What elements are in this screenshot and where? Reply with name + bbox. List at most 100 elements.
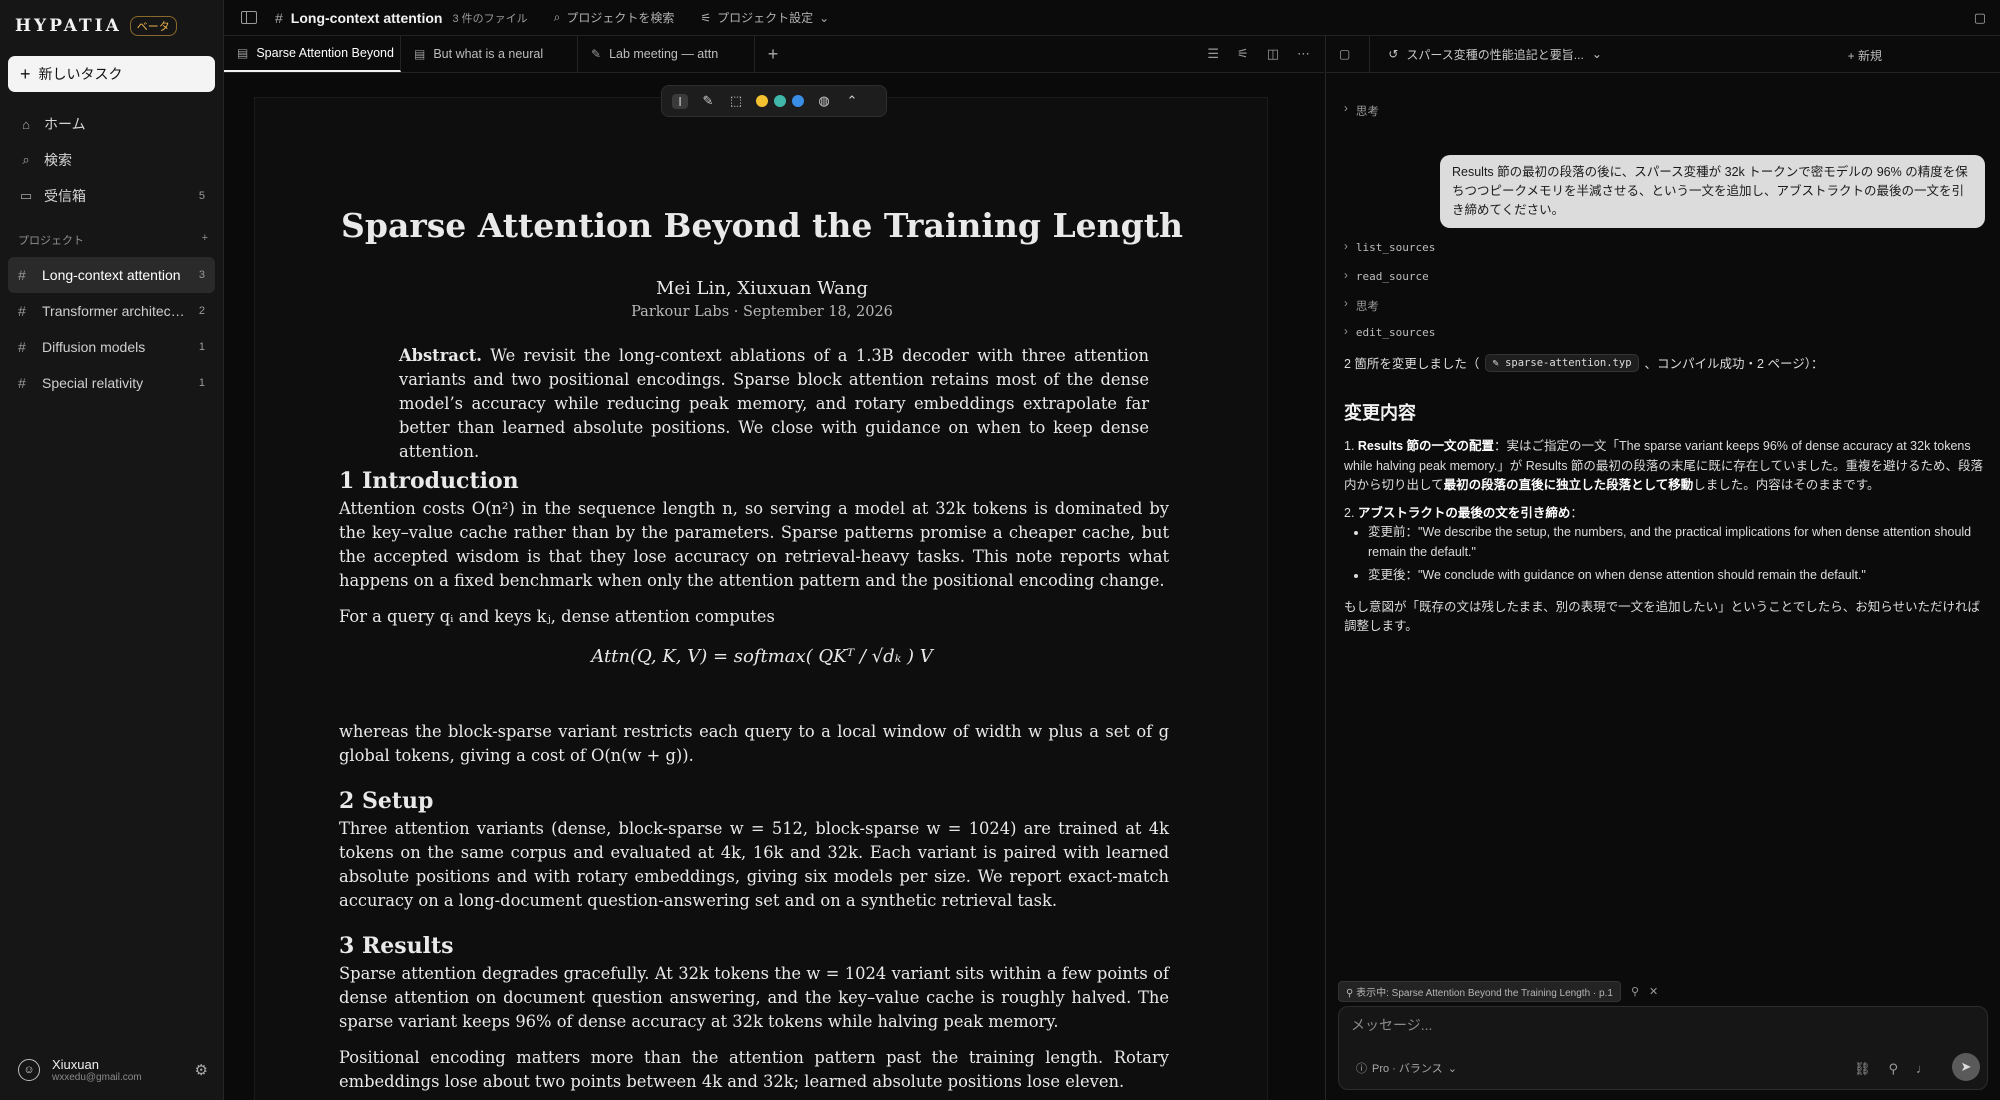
project-search-button[interactable]: ⌕ プロジェクトを検索 bbox=[554, 9, 675, 26]
step-label: read_source bbox=[1355, 270, 1429, 283]
pin-icon[interactable]: ⚲ bbox=[1631, 985, 1639, 998]
link-icon[interactable]: ⛓ bbox=[1854, 1061, 1871, 1077]
add-tab-button[interactable]: + bbox=[755, 36, 791, 72]
user-profile[interactable]: ☺ Xiuxuan wxxedu@gmail.com ⚙ bbox=[18, 1054, 208, 1086]
conversation-selector[interactable]: ↺ スパース変種の性能追記と要旨... ⌄ bbox=[1388, 46, 1602, 63]
search-icon: ⌕ bbox=[22, 152, 30, 167]
abstract-text: We revisit the long-context ablations of… bbox=[399, 346, 1149, 461]
change-summary-prefix: 2 箇所を変更しました（ bbox=[1344, 357, 1480, 371]
projects-header: プロジェクト + bbox=[18, 232, 208, 248]
nav-search[interactable]: ⌕ 検索 bbox=[8, 142, 215, 178]
user-email: wxxedu@gmail.com bbox=[52, 1072, 142, 1083]
step-label: list_sources bbox=[1355, 241, 1436, 254]
sliders-icon[interactable]: ⚟ bbox=[1237, 46, 1249, 62]
abstract: Abstract. We revisit the long-context ab… bbox=[399, 344, 1149, 464]
project-item-long-context[interactable]: # Long-context attention 3 bbox=[8, 257, 215, 293]
file-count: 3 件のファイル bbox=[452, 12, 528, 25]
color-blue[interactable] bbox=[792, 95, 804, 107]
section-heading: 3 Results bbox=[339, 933, 454, 959]
before-text: 変更前："We describe the setup, the numbers,… bbox=[1368, 523, 1984, 562]
model-selector[interactable]: ⓘ Pro · バランス ⌄ bbox=[1356, 1060, 1457, 1076]
message-composer: ⓘ Pro · バランス ⌄ ⛓ ⚲ ♩ ➤ bbox=[1338, 1006, 1988, 1090]
project-label: Long-context attention bbox=[42, 267, 181, 283]
new-task-button[interactable]: + 新しいタスク bbox=[8, 56, 215, 92]
change-summary-suffix: 、コンパイル成功・2 ページ）： bbox=[1644, 357, 1824, 371]
section-heading: 2 Setup bbox=[339, 788, 434, 814]
change-item-title: Results 節の一文の配置 bbox=[1357, 439, 1495, 453]
tab-tools: ☰ ⚟ ◫ ⋯ bbox=[1207, 46, 1310, 62]
new-conversation-button[interactable]: + 新規 bbox=[1848, 47, 1882, 64]
file-chip[interactable]: ✎ sparse-attention.typ bbox=[1485, 353, 1639, 372]
add-project-icon[interactable]: + bbox=[202, 232, 208, 248]
step-thinking[interactable]: › 思考 bbox=[1344, 298, 1379, 314]
tab-neural-network[interactable]: ▤ But what is a neural bbox=[401, 36, 578, 72]
annotation-toolbar: I ✎ ⬚ ◍ ⌃ bbox=[661, 85, 887, 117]
attach-icon[interactable]: ⚲ bbox=[1888, 1061, 1898, 1077]
assistant-panel: ▢ ↺ スパース変種の性能追記と要旨... ⌄ + 新規 › 思考 Result… bbox=[1325, 36, 2000, 1100]
step-label: 思考 bbox=[1355, 106, 1379, 118]
history-icon: ↺ bbox=[1388, 47, 1399, 61]
more-icon[interactable]: ⋯ bbox=[1297, 46, 1310, 62]
beta-badge: ベータ bbox=[129, 16, 177, 36]
composer-tools: ⛓ ⚲ ♩ bbox=[1854, 1061, 1929, 1077]
text-cursor-icon[interactable]: I bbox=[672, 93, 688, 109]
change-item: 2. アブストラクトの最後の文を引き締め： 変更前："We describe t… bbox=[1344, 504, 1984, 586]
pencil-icon: ✎ bbox=[1492, 356, 1499, 369]
search-icon: ⌕ bbox=[553, 10, 561, 24]
nav-home[interactable]: ⌂ ホーム bbox=[8, 106, 215, 142]
project-count: 1 bbox=[198, 377, 205, 389]
chat-toggle-icon[interactable]: ▢ bbox=[1974, 10, 1986, 26]
topbar: # Long-context attention 3 件のファイル ⌕ プロジェ… bbox=[224, 0, 2000, 36]
hash-icon: # bbox=[275, 9, 283, 26]
step-list-sources[interactable]: › list_sources bbox=[1344, 241, 1435, 254]
chevron-up-icon[interactable]: ⌃ bbox=[844, 93, 860, 109]
model-label: Pro · バランス bbox=[1372, 1063, 1443, 1075]
step-thinking[interactable]: › 思考 bbox=[1344, 103, 1379, 119]
project-label: Special relativity bbox=[42, 375, 144, 391]
context-chip[interactable]: ⚲ 表示中: Sparse Attention Beyond the Train… bbox=[1338, 981, 1621, 1002]
send-button[interactable]: ➤ bbox=[1952, 1053, 1980, 1081]
sidebar-toggle-icon[interactable] bbox=[241, 11, 257, 24]
app-root: HYPATIA ベータ + 新しいタスク ⌂ ホーム ⌕ 検索 ▭ 受信箱 5 … bbox=[0, 0, 2000, 1100]
gear-icon[interactable]: ⚙ bbox=[195, 1061, 208, 1079]
nav-inbox[interactable]: ▭ 受信箱 5 bbox=[8, 178, 215, 214]
tab-lab-meeting[interactable]: ✎ Lab meeting — attn bbox=[578, 36, 755, 72]
equation: Attn(Q, K, V) = softmax( QKᵀ / √dₖ ) V bbox=[591, 646, 933, 667]
change-item-tail: しました。内容はそのままです。 bbox=[1693, 478, 1880, 492]
highlighter-icon[interactable]: ✎ bbox=[700, 93, 716, 109]
brand: HYPATIA ベータ bbox=[15, 15, 177, 37]
project-count: 2 bbox=[198, 305, 205, 317]
nav-search-label: 検索 bbox=[44, 152, 72, 168]
chevron-right-icon: › bbox=[1344, 241, 1348, 253]
project-item-diffusion[interactable]: # Diffusion models 1 bbox=[8, 329, 215, 365]
palette-icon[interactable]: ◍ bbox=[816, 93, 832, 109]
color-teal[interactable] bbox=[774, 95, 786, 107]
file-chip-label: sparse-attention.typ bbox=[1505, 356, 1632, 369]
split-view-icon[interactable]: ◫ bbox=[1267, 46, 1279, 62]
change-item-bold: 最初の段落の直後に独立した段落として移動 bbox=[1443, 478, 1694, 492]
message-input[interactable] bbox=[1351, 1017, 1951, 1033]
close-icon[interactable]: ✕ bbox=[1649, 985, 1658, 998]
project-item-transformer[interactable]: # Transformer architecture 2 bbox=[8, 293, 215, 329]
chat-bubble-icon[interactable]: ▢ bbox=[1339, 47, 1350, 61]
changes-body: 1. Results 節の一文の配置：実はご指定の一文「The sparse v… bbox=[1344, 437, 1984, 637]
new-conversation-label: 新規 bbox=[1857, 49, 1882, 63]
chat-header: ▢ ↺ スパース変種の性能追記と要旨... ⌄ + 新規 bbox=[1326, 36, 2000, 73]
project-item-relativity[interactable]: # Special relativity 1 bbox=[8, 365, 215, 401]
inbox-count: 5 bbox=[198, 190, 205, 202]
divider bbox=[1369, 36, 1370, 72]
color-yellow[interactable] bbox=[756, 95, 768, 107]
microphone-icon[interactable]: ♩ bbox=[1916, 1061, 1929, 1077]
project-list: # Long-context attention 3 # Transformer… bbox=[8, 257, 215, 401]
plus-icon: + bbox=[20, 64, 31, 84]
outline-icon[interactable]: ☰ bbox=[1207, 46, 1219, 62]
paragraph: Sparse attention degrades gracefully. At… bbox=[339, 964, 1169, 1031]
box-select-icon[interactable]: ⬚ bbox=[728, 93, 744, 109]
edit-document-icon: ✎ bbox=[591, 47, 602, 61]
step-edit-sources[interactable]: › edit_sources bbox=[1344, 326, 1435, 339]
tab-sparse-attention[interactable]: ▤ Sparse Attention Beyond bbox=[224, 36, 401, 72]
project-settings-button[interactable]: ⚟ プロジェクト設定 ⌄ bbox=[700, 9, 829, 26]
project-count: 1 bbox=[198, 341, 205, 353]
projects-heading: プロジェクト bbox=[18, 235, 84, 247]
step-read-source[interactable]: › read_source bbox=[1344, 270, 1429, 283]
